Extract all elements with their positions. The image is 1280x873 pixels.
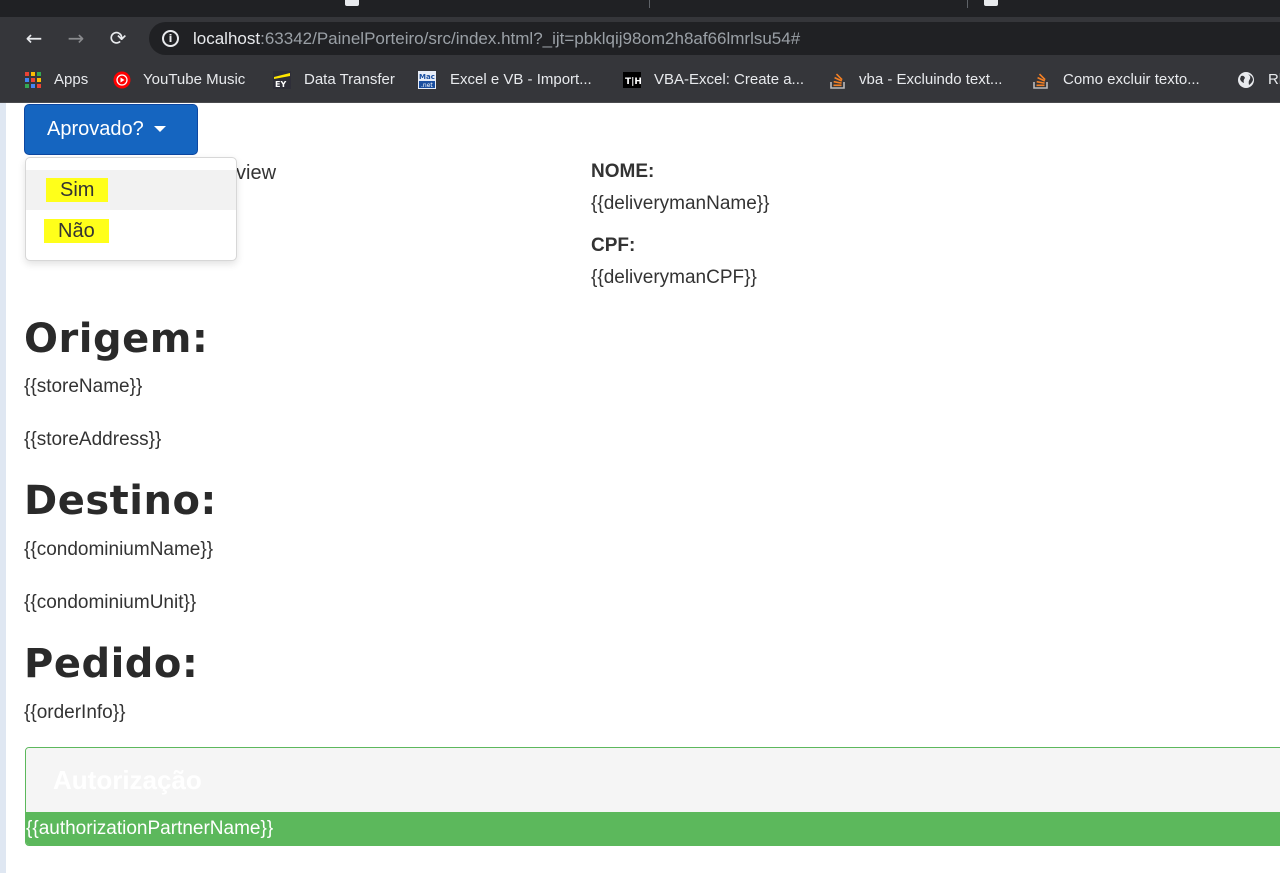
dropdown-button-label: Aprovado?	[47, 118, 144, 140]
autorizacao-card: Autorização {{authorizationPartnerName}}	[25, 747, 1280, 846]
tab-separator	[967, 0, 968, 8]
url-host: localhost	[193, 29, 261, 48]
url-text[interactable]: localhost:63342/PainelPorteiro/src/index…	[193, 22, 800, 55]
stackoverflow-icon	[1033, 73, 1048, 89]
bookmark-label: vba - Excluindo text...	[859, 71, 1003, 88]
svg-text:Mac: Mac	[419, 73, 435, 81]
bookmark-label: VBA-Excel: Create a...	[654, 71, 805, 88]
bookmark-label: Como excluir texto...	[1063, 71, 1200, 88]
menu-item-label: Não	[44, 219, 109, 243]
nome-value: {{deliverymanName}}	[591, 193, 770, 214]
svg-text:T|H: T|H	[625, 77, 641, 87]
address-bar[interactable]: i localhost:63342/PainelPorteiro/src/ind…	[149, 22, 1280, 55]
th-icon: T|H	[623, 72, 641, 88]
authorization-partner-name: {{authorizationPartnerName}}	[26, 812, 1280, 845]
origem-heading: Origem:	[24, 316, 209, 362]
bookmark-label: Apps	[54, 71, 89, 88]
globe-icon	[1238, 72, 1254, 88]
nome-label: NOME:	[591, 161, 655, 182]
store-name: {{storeName}}	[24, 376, 143, 397]
cpf-value: {{deliverymanCPF}}	[591, 267, 757, 288]
reload-icon[interactable]: ⟳	[105, 25, 131, 51]
autorizacao-card-header: Autorização	[26, 748, 1280, 812]
partially-hidden-text: view	[236, 162, 277, 184]
condominium-name: {{condominiumName}}	[24, 539, 214, 560]
apps-grid-icon	[25, 72, 41, 88]
order-info: {{orderInfo}}	[24, 702, 126, 723]
aprovado-dropdown-button[interactable]: Aprovado?	[24, 104, 198, 155]
stackoverflow-icon	[830, 73, 845, 89]
tab-separator	[649, 0, 650, 8]
tab-strip	[0, 0, 1280, 17]
svg-text:.net: .net	[421, 82, 433, 89]
page-left-edge	[0, 103, 6, 873]
store-address: {{storeAddress}}	[24, 429, 162, 450]
condominium-unit: {{condominiumUnit}}	[24, 592, 197, 613]
forward-arrow-icon[interactable]: →	[63, 25, 89, 51]
youtube-music-icon	[113, 71, 131, 89]
bookmark-label: Rl	[1268, 71, 1280, 88]
bookmark-label: YouTube Music	[143, 71, 246, 88]
cpf-label: CPF:	[591, 235, 636, 256]
browser-toolbar: ← → ⟳ i localhost:63342/PainelPorteiro/s…	[0, 17, 1280, 60]
bookmarks-bar: Apps YouTube Music EY Data Transfer Mac.…	[0, 60, 1280, 103]
macoratti-icon: Mac.net	[418, 71, 436, 89]
menu-item-sim[interactable]: Sim	[26, 170, 236, 210]
bookmark-label: Data Transfer	[304, 71, 395, 88]
bookmark-label: Excel e VB - Import...	[450, 71, 592, 88]
caret-down-icon	[153, 126, 166, 132]
url-path: :63342/PainelPorteiro/src/index.html?_ij…	[260, 29, 801, 48]
tab-favicon-stub[interactable]	[984, 0, 998, 6]
back-arrow-icon[interactable]: ←	[21, 25, 47, 51]
menu-item-nao[interactable]: Não	[26, 210, 236, 250]
svg-text:EY: EY	[275, 80, 286, 89]
pedido-heading: Pedido:	[24, 641, 199, 687]
menu-item-label: Sim	[46, 178, 109, 202]
tab-favicon-stub[interactable]	[345, 0, 359, 6]
ey-icon: EY	[273, 71, 291, 89]
aprovado-dropdown-menu: Sim Não	[25, 157, 237, 261]
destino-heading: Destino:	[24, 478, 217, 524]
info-icon[interactable]: i	[162, 30, 179, 47]
